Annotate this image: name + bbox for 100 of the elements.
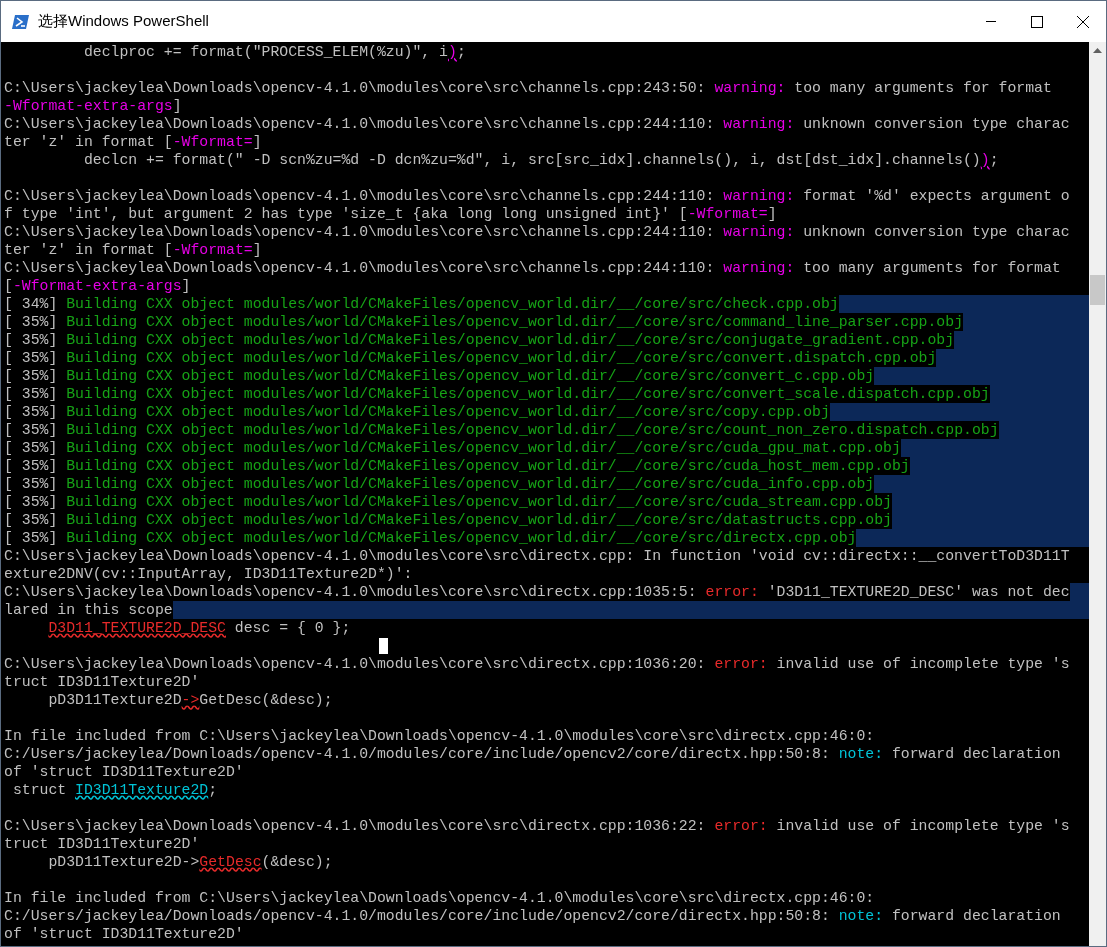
warning-label: -Wformat-extra-args <box>4 97 173 115</box>
output-text: format '%d' expects argument o <box>802 187 1070 205</box>
output-text: 'D3D11_TEXTURE2D_DESC' was not dec <box>758 583 1070 601</box>
output-text: ] <box>181 277 191 295</box>
warning-label: warning: <box>723 115 795 133</box>
output-text: exture2DNV(cv::InputArray, ID3D11Texture2D*)': <box>4 565 413 583</box>
highlighted-code: D3D11_TEXTURE2D_DESC <box>48 619 226 637</box>
build-status-text: Building CXX object modules/world/CMakeFiles/opencv_world.dir/__/core/src/cuda_stream.cpp.obj <box>66 493 892 511</box>
output-text: C:\Users\jackeylea\Downloads\opencv-4.1.0\modules\core\src\directx.cpp: In function 'void cv::directx::__convertToD3D11T <box>4 547 1070 565</box>
output-text: ; <box>989 151 999 169</box>
output-text: [ 35%] <box>4 367 67 385</box>
output-text: [ 34%] <box>4 295 67 313</box>
output-text: ter 'z' in format [ <box>4 241 173 259</box>
note-label: note: <box>838 907 884 925</box>
output-text: invalid use of incomplete type 's <box>775 655 1070 673</box>
output-text: pD3D11Texture2D <box>47 691 182 709</box>
highlighted-code: ) <box>448 43 457 61</box>
output-text: lared in this scope <box>4 601 173 619</box>
output-text: [ 35%] <box>4 313 67 331</box>
output-text: C:\Users\jackeylea\Downloads\opencv-4.1.0\modules\core\src\directx.cpp:1036:22: <box>4 817 707 835</box>
output-text: invalid use of incomplete type 's <box>775 817 1070 835</box>
warning-label: warning: <box>723 259 795 277</box>
output-text: ; <box>456 43 466 61</box>
output-text: C:\Users\jackeylea\Downloads\opencv-4.1.0\modules\core\src\channels.cpp:244:110: <box>4 115 716 133</box>
build-status-text: Building CXX object modules/world/CMakeFiles/opencv_world.dir/__/core/src/check.cpp.obj <box>66 295 839 313</box>
output-text: [ 35%] <box>4 475 67 493</box>
output-text: pD3D11Texture2D-> <box>47 853 200 871</box>
output-text: C:\Users\jackeylea\Downloads\opencv-4.1.0\modules\core\src\channels.cpp:244:110: <box>4 223 716 241</box>
warning-label: -Wformat= <box>687 205 768 223</box>
close-icon <box>1077 15 1089 28</box>
output-text: truct ID3D11Texture2D' <box>4 835 200 853</box>
minimize-icon <box>986 21 996 22</box>
warning-label: -Wformat-extra-args <box>12 277 182 295</box>
warning-label: warning: <box>714 79 786 97</box>
terminal-icon <box>12 13 30 30</box>
build-status-text: Building CXX object modules/world/CMakeFiles/opencv_world.dir/__/core/src/cuda_host_mem.cpp.obj <box>66 457 910 475</box>
output-text: [ <box>4 277 13 295</box>
scroll-up-icon[interactable] <box>1093 48 1102 53</box>
warning-label: warning: <box>723 223 795 241</box>
output-text: truct ID3D11Texture2D' <box>4 673 200 691</box>
scrollbar-thumb[interactable] <box>1090 275 1105 305</box>
build-status-text: Building CXX object modules/world/CMakeFiles/opencv_world.dir/__/core/src/directx.cpp.obj <box>66 529 857 547</box>
output-text: In file included from C:\Users\jackeylea\Downloads\opencv-4.1.0\modules\core\src\directx.cpp:46:0: <box>4 889 875 907</box>
build-status-text: Building CXX object modules/world/CMakeFiles/opencv_world.dir/__/core/src/datastructs.cpp.obj <box>66 511 892 529</box>
build-status-text: Building CXX object modules/world/CMakeFiles/opencv_world.dir/__/core/src/convert_c.cpp.obj <box>66 367 875 385</box>
output-text: forward declaration <box>890 907 1061 925</box>
output-text: too many arguments for format <box>793 79 1052 97</box>
window-title: 选择Windows PowerShell <box>38 11 209 32</box>
output-text: [ 35%] <box>4 457 67 475</box>
warning-label: -Wformat= <box>172 133 253 151</box>
maximize-icon <box>1031 15 1043 28</box>
output-text: In file included from C:\Users\jackeylea\Downloads\opencv-4.1.0\modules\core\src\directx.cpp:46:0: <box>4 727 875 745</box>
output-text: [ 35%] <box>4 511 67 529</box>
output-text: ] <box>767 205 777 223</box>
error-label: error: <box>705 583 759 601</box>
highlighted-code: ) <box>980 151 990 169</box>
output-text: declproc += format("PROCESS_ELEM(%zu)", i <box>82 43 448 61</box>
output-text: [ 35%] <box>4 349 67 367</box>
output-text: unknown conversion type charac <box>802 223 1070 241</box>
output-text: of 'struct ID3D11Texture2D' <box>4 925 244 943</box>
output-text: declcn += format(" -D scn%zu=%d -D dcn%zu=%d", i, src[src_idx].channels(), i, dst[dst_idx].channels() <box>82 151 981 169</box>
output-text: ; <box>208 781 218 799</box>
output-text: desc = { 0 }; <box>233 619 351 637</box>
build-status-text: Building CXX object modules/world/CMakeFiles/opencv_world.dir/__/core/src/convert_scale.dispatch.cpp.obj <box>66 385 990 403</box>
output-text: C:\Users\jackeylea\Downloads\opencv-4.1.0\modules\core\src\channels.cpp:244:110: <box>4 259 716 277</box>
highlighted-code: ID3D11Texture2D <box>75 781 209 799</box>
output-text: [ 35%] <box>4 331 67 349</box>
build-status-text: Building CXX object modules/world/CMakeFiles/opencv_world.dir/__/core/src/command_line_parser.cpp.obj <box>66 313 963 331</box>
build-status-text: Building CXX object modules/world/CMakeFiles/opencv_world.dir/__/core/src/cuda_info.cpp.obj <box>66 475 875 493</box>
error-label: error: <box>714 655 768 673</box>
output-text: [ 35%] <box>4 421 67 439</box>
build-status-text: Building CXX object modules/world/CMakeFiles/opencv_world.dir/__/core/src/conjugate_gradient.cpp.obj <box>66 331 955 349</box>
warning-label: warning: <box>723 187 795 205</box>
output-text: struct <box>11 781 68 799</box>
output-text: [ 35%] <box>4 493 67 511</box>
output-text: [ 35%] <box>4 403 67 421</box>
highlighted-code: -> <box>181 691 200 709</box>
output-text: C:/Users/jackeylea/Downloads/opencv-4.1.0/modules/core/include/opencv2/core/directx.hpp:50:8: <box>4 907 831 925</box>
note-label: note: <box>838 745 884 763</box>
output-text: C:\Users\jackeylea\Downloads\opencv-4.1.0\modules\core\src\directx.cpp:1036:20: <box>4 655 707 673</box>
output-text: f type 'int', but argument 2 has type 'size_t {aka long long unsigned int}' [ <box>4 205 688 223</box>
build-status-text: Building CXX object modules/world/CMakeFiles/opencv_world.dir/__/core/src/convert.dispatch.cpp.obj <box>66 349 937 367</box>
output-text: too many arguments for format <box>802 259 1061 277</box>
output-text: [ 35%] <box>4 529 67 547</box>
error-label: error: <box>714 817 768 835</box>
output-text: C:/Users/jackeylea/Downloads/opencv-4.1.0/modules/core/include/opencv2/core/directx.hpp:50:8: <box>4 745 831 763</box>
output-text: unknown conversion type charac <box>802 115 1070 133</box>
output-text: C:\Users\jackeylea\Downloads\opencv-4.1.0\modules\core\src\channels.cpp:244:110: <box>4 187 716 205</box>
output-text: GetDesc(&desc); <box>199 691 333 709</box>
build-status-text: Building CXX object modules/world/CMakeFiles/opencv_world.dir/__/core/src/copy.cpp.obj <box>66 403 830 421</box>
output-text: ] <box>252 241 262 259</box>
build-status-text: Building CXX object modules/world/CMakeFiles/opencv_world.dir/__/core/src/cuda_gpu_mat.cpp.obj <box>66 439 901 457</box>
output-text: [ 35%] <box>4 385 67 403</box>
output-text: (&desc); <box>261 853 333 871</box>
highlighted-code: GetDesc <box>199 853 262 871</box>
output-text: C:\Users\jackeylea\Downloads\opencv-4.1.0\modules\core\src\channels.cpp:243:50: <box>4 79 707 97</box>
output-text: [ 35%] <box>4 439 67 457</box>
output-text: ] <box>252 133 262 151</box>
build-status-text: Building CXX object modules/world/CMakeFiles/opencv_world.dir/__/core/src/count_non_zero.dispatch.cpp.obj <box>66 421 999 439</box>
output-text: ] <box>172 97 182 115</box>
